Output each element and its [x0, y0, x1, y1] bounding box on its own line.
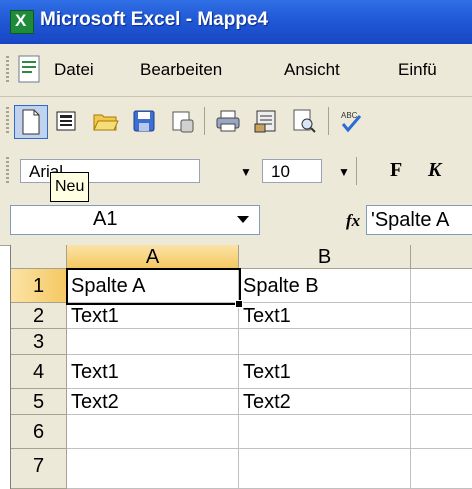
- menu-ansicht[interactable]: Ansicht: [284, 60, 340, 80]
- cell-c2[interactable]: [411, 303, 472, 329]
- italic-button[interactable]: K: [428, 159, 441, 182]
- toolbar-grip[interactable]: [6, 107, 9, 135]
- permission-button[interactable]: [166, 105, 198, 137]
- cell-b2[interactable]: Text1: [239, 303, 411, 329]
- print-button[interactable]: [212, 105, 244, 137]
- cell-a4[interactable]: Text1: [67, 355, 239, 389]
- bold-button[interactable]: F: [390, 159, 402, 182]
- new-button[interactable]: [14, 105, 48, 139]
- menu-einfuegen-label: Einfü: [398, 60, 437, 79]
- cell-c6[interactable]: [411, 415, 472, 449]
- cell-a3[interactable]: [67, 329, 239, 355]
- cell-b5[interactable]: Text2: [239, 389, 411, 415]
- new-icon: [22, 109, 40, 135]
- formula-content: 'Spalte A: [371, 209, 450, 231]
- name-box[interactable]: A1: [10, 205, 260, 235]
- insert-function-button[interactable]: fx: [346, 211, 360, 231]
- toolbar-separator: [328, 107, 329, 135]
- cell-a2[interactable]: Text1: [67, 303, 239, 329]
- formula-input[interactable]: 'Spalte A: [366, 205, 472, 235]
- toolbar-separator: [356, 157, 357, 185]
- worksheet-grid: A B 1 Spalte A Spalte B 2 Text1 Text1 3 …: [10, 245, 472, 489]
- menu-bearbeiten[interactable]: Bearbeiten: [140, 60, 222, 80]
- fill-handle[interactable]: [235, 300, 243, 308]
- template-button[interactable]: [50, 105, 82, 137]
- cell-c1[interactable]: [411, 269, 472, 303]
- toolbar-grip[interactable]: [6, 56, 9, 84]
- size-dropdown-arrow-icon[interactable]: ▼: [338, 165, 350, 179]
- cell-b7[interactable]: [239, 449, 411, 489]
- spelling-button[interactable]: ABC: [336, 105, 368, 137]
- spelling-icon: ABC: [341, 111, 362, 133]
- cell-a6[interactable]: [67, 415, 239, 449]
- print-preview-icon: [254, 110, 276, 133]
- menu-datei[interactable]: Datei: [54, 60, 94, 80]
- column-header-b[interactable]: B: [239, 245, 411, 269]
- row-header-4[interactable]: 4: [11, 355, 67, 389]
- cell-b6[interactable]: [239, 415, 411, 449]
- row-header-6[interactable]: 6: [11, 415, 67, 449]
- document-icon[interactable]: [16, 54, 42, 84]
- cell-b4[interactable]: Text1: [239, 355, 411, 389]
- cell-c7[interactable]: [411, 449, 472, 489]
- toolbar-separator: [204, 107, 205, 135]
- open-button[interactable]: [90, 105, 122, 137]
- font-size-box[interactable]: 10: [262, 159, 322, 183]
- cell-c3[interactable]: [411, 329, 472, 355]
- cell-c5[interactable]: [411, 389, 472, 415]
- row-header-7[interactable]: 7: [11, 449, 67, 489]
- active-cell-border: [66, 268, 241, 305]
- font-name-box[interactable]: Arial: [20, 159, 200, 183]
- preview-button[interactable]: [288, 105, 320, 137]
- cell-a7[interactable]: [67, 449, 239, 489]
- cell-c4[interactable]: [411, 355, 472, 389]
- print-icon: [216, 110, 240, 132]
- menu-datei-label: Datei: [54, 60, 94, 79]
- save-icon: [133, 110, 155, 132]
- save-doc-icon: [56, 111, 76, 131]
- name-box-dropdown-icon[interactable]: [237, 216, 249, 223]
- row-header-2[interactable]: 2: [11, 303, 67, 329]
- cell-b1[interactable]: Spalte B: [239, 269, 411, 303]
- formula-bar: A1 fx 'Spalte A: [0, 197, 472, 246]
- menu-bearbeiten-label: Bearbeiten: [140, 60, 223, 79]
- column-header-c[interactable]: [411, 245, 472, 269]
- save-button[interactable]: [128, 105, 160, 137]
- toolbar-grip[interactable]: [6, 157, 9, 185]
- permission-icon: [172, 111, 194, 133]
- window-title: Microsoft Excel - Mappe4: [40, 9, 269, 30]
- open-icon: [93, 114, 119, 131]
- font-dropdown-arrow-icon[interactable]: ▼: [240, 165, 252, 179]
- tooltip: Neu: [50, 172, 90, 202]
- name-box-value: A1: [93, 208, 118, 230]
- cell-b3[interactable]: [239, 329, 411, 355]
- svg-text:ABC: ABC: [341, 111, 358, 120]
- print-preview-button[interactable]: [250, 105, 282, 137]
- column-header-a[interactable]: A: [67, 245, 239, 269]
- standard-toolbar: ABC: [0, 97, 472, 148]
- menu-einfuegen[interactable]: Einfü: [398, 60, 437, 80]
- menu-ansicht-label: Ansicht: [284, 60, 340, 79]
- select-all-corner[interactable]: [11, 245, 67, 269]
- cell-a5[interactable]: Text2: [67, 389, 239, 415]
- title-bar: Microsoft Excel - Mappe4: [0, 0, 472, 44]
- row-header-5[interactable]: 5: [11, 389, 67, 415]
- menu-bar: Datei Bearbeiten Ansicht Einfü: [0, 44, 472, 97]
- row-header-3[interactable]: 3: [11, 329, 67, 355]
- excel-app-icon[interactable]: [10, 10, 34, 34]
- row-header-1[interactable]: 1: [11, 269, 67, 303]
- preview-icon: [293, 109, 316, 133]
